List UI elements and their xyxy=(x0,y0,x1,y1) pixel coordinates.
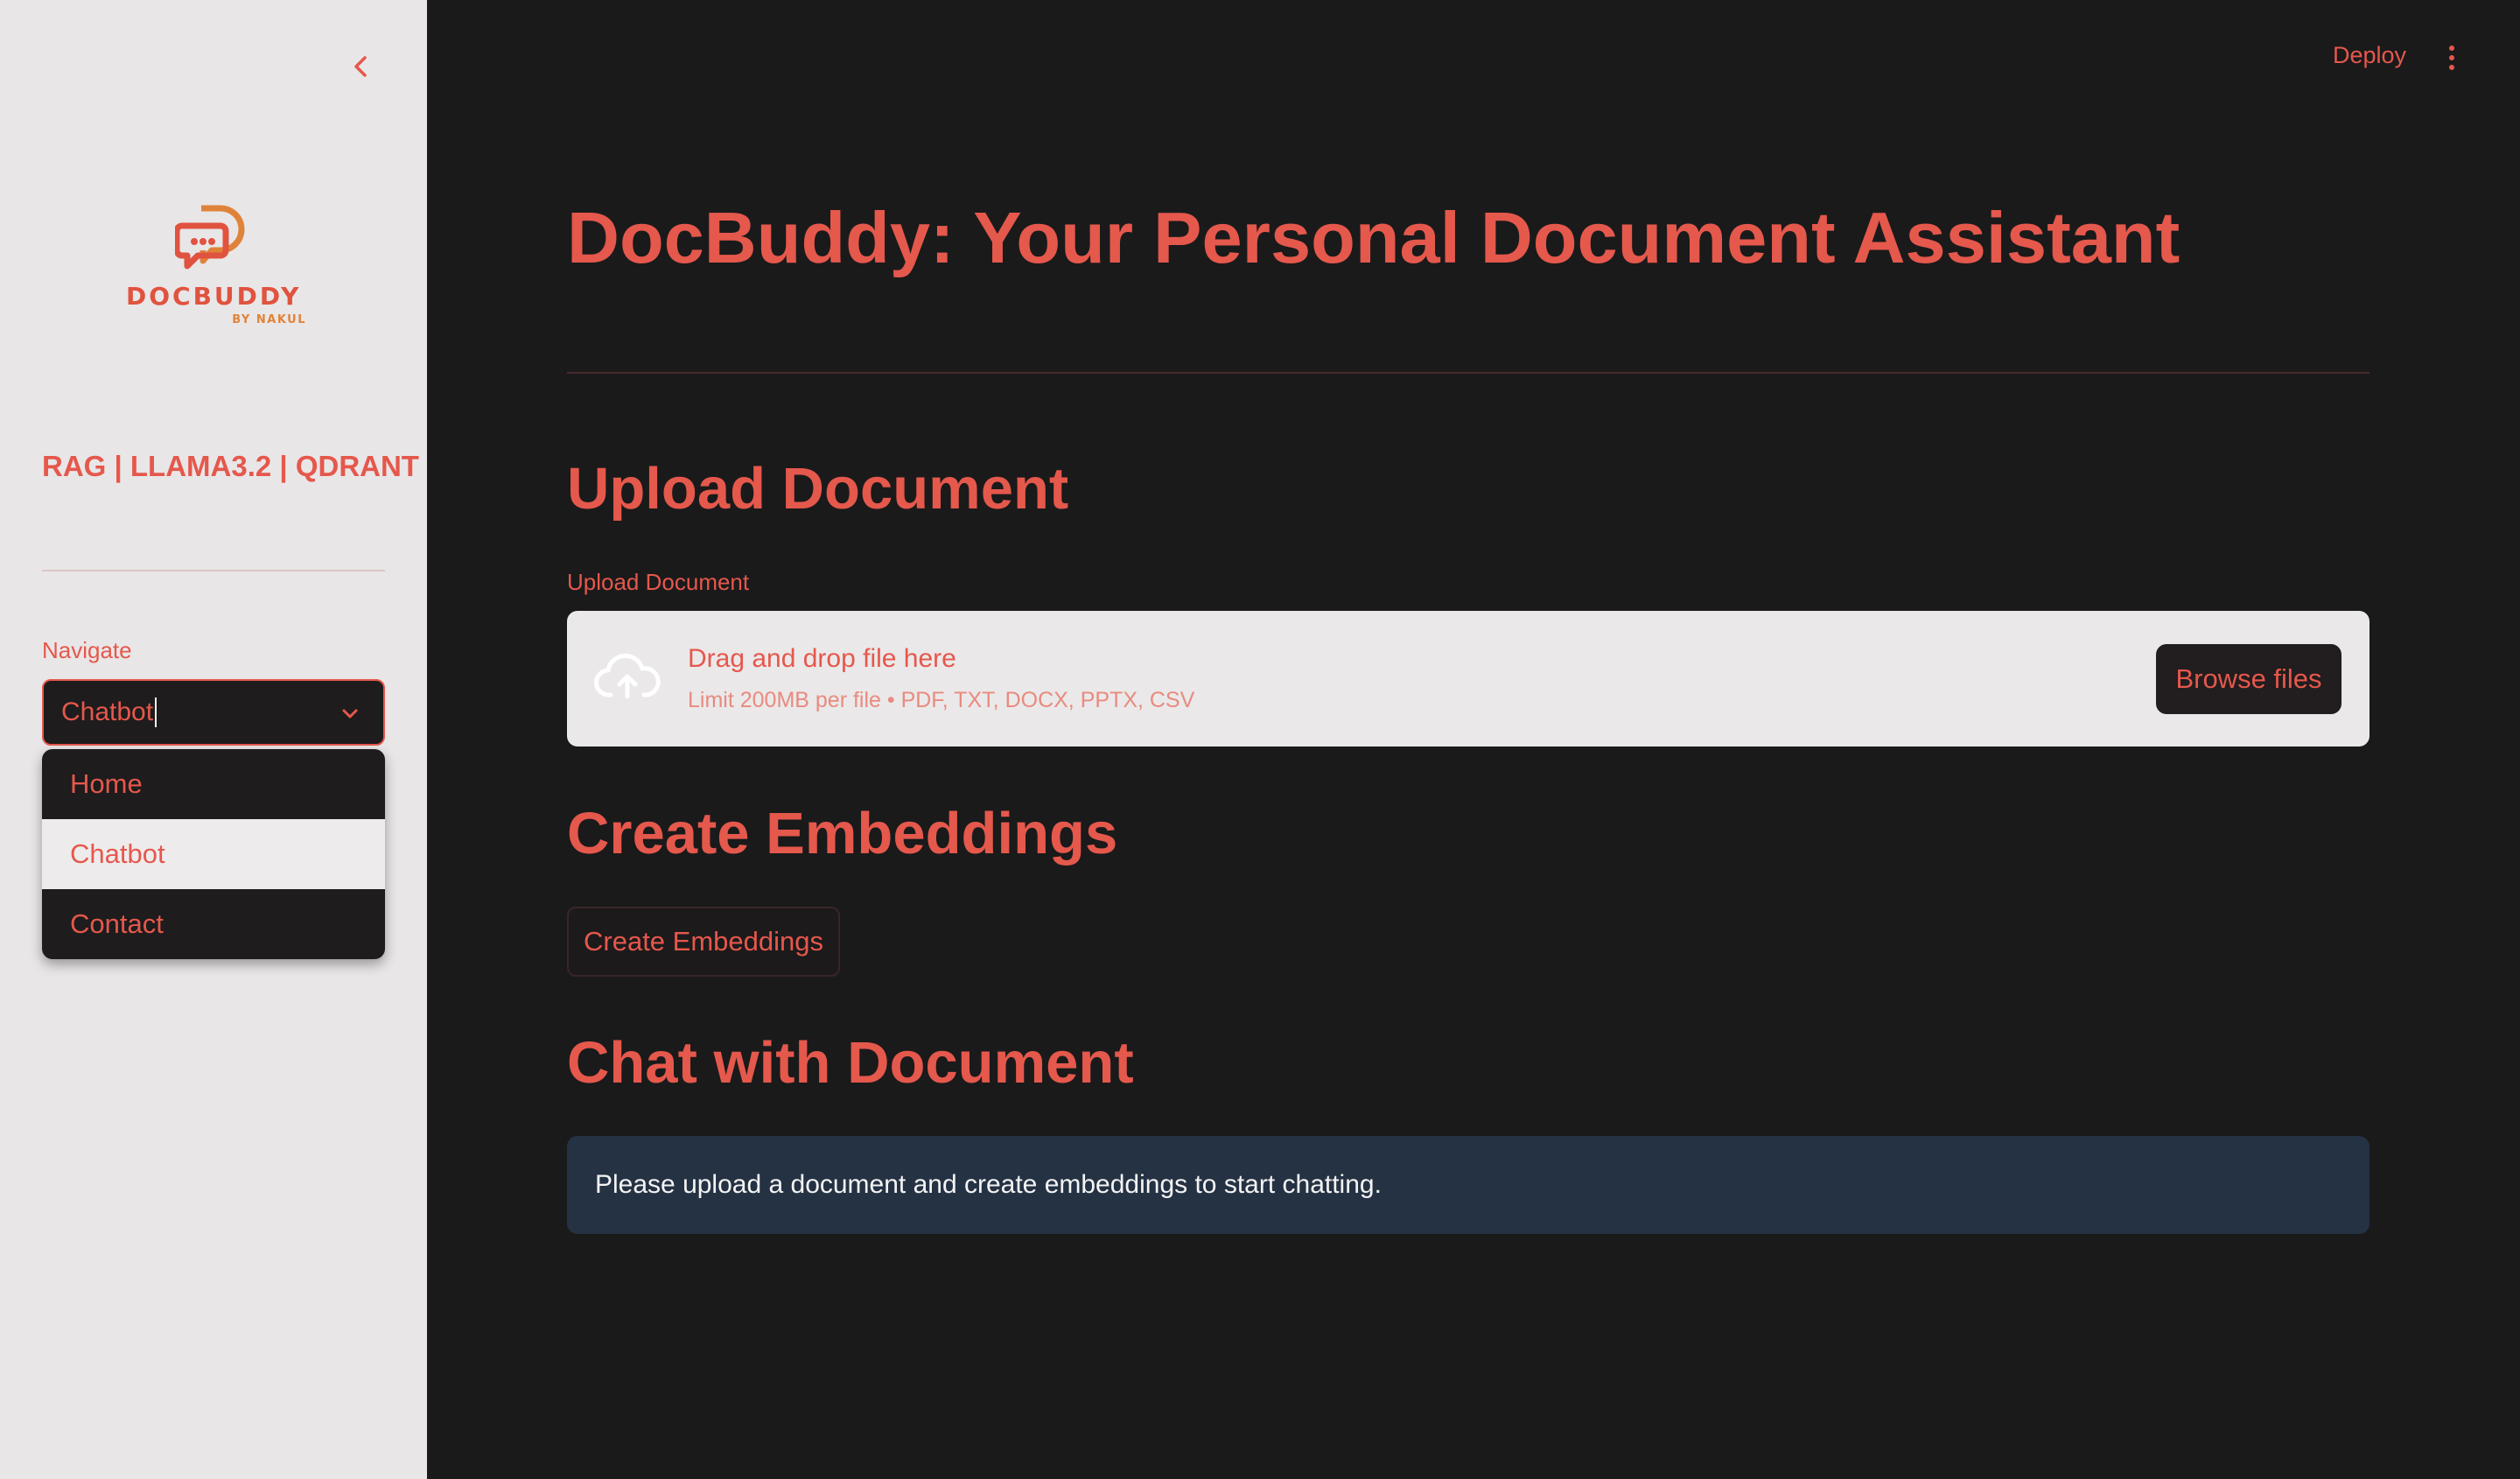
kebab-dot xyxy=(2449,55,2454,60)
sidebar: DOCBUDDY BY NAKUL RAG | LLAMA3.2 | QDRAN… xyxy=(0,0,427,1479)
cloud-upload-icon xyxy=(594,653,661,699)
navigate-select[interactable]: Chatbot xyxy=(42,679,385,746)
dropzone-title: Drag and drop file here xyxy=(688,644,956,673)
page-title: DocBuddy: Your Personal Document Assista… xyxy=(567,197,2180,278)
nav-option-home[interactable]: Home xyxy=(42,749,385,819)
chat-bubbles-logo-icon xyxy=(175,205,245,270)
chevron-down-icon xyxy=(342,709,358,718)
app-root: DOCBUDDY BY NAKUL RAG | LLAMA3.2 | QDRAN… xyxy=(0,0,2520,1479)
logo-subtitle: BY NAKUL xyxy=(232,313,306,326)
embeddings-heading: Create Embeddings xyxy=(567,801,1118,866)
create-embeddings-button[interactable]: Create Embeddings xyxy=(567,907,840,977)
navigate-label: Navigate xyxy=(42,637,132,663)
docbuddy-logo: DOCBUDDY BY NAKUL xyxy=(122,205,306,327)
sidebar-divider xyxy=(42,570,385,571)
nav-option-chatbot[interactable]: Chatbot xyxy=(42,819,385,889)
chat-heading: Chat with Document xyxy=(567,1030,1134,1096)
sidebar-tagline: RAG | LLAMA3.2 | QDRANT xyxy=(42,450,419,482)
logo-wordmark: DOCBUDDY xyxy=(126,282,302,311)
browse-files-button[interactable]: Browse files xyxy=(2156,644,2342,714)
navigate-select-value: Chatbot xyxy=(61,697,154,726)
kebab-dot xyxy=(2449,46,2454,51)
upload-field-label: Upload Document xyxy=(567,569,750,595)
text-caret xyxy=(155,697,158,727)
navigate-dropdown: Home Chatbot Contact xyxy=(42,749,385,959)
info-alert-text: Please upload a document and create embe… xyxy=(595,1170,1382,1199)
collapse-sidebar-button[interactable] xyxy=(340,46,382,88)
kebab-menu-icon[interactable] xyxy=(2438,40,2466,75)
upload-heading: Upload Document xyxy=(567,456,1069,522)
nav-option-contact[interactable]: Contact xyxy=(42,889,385,959)
file-dropzone[interactable]: Drag and drop file here Limit 200MB per … xyxy=(567,611,2370,747)
title-divider xyxy=(567,372,2370,374)
info-alert: Please upload a document and create embe… xyxy=(567,1136,2370,1234)
kebab-dot xyxy=(2449,65,2454,70)
dropzone-hint: Limit 200MB per file • PDF, TXT, DOCX, P… xyxy=(688,688,1195,712)
chevron-left-icon xyxy=(354,56,367,77)
deploy-button[interactable]: Deploy xyxy=(2333,42,2406,69)
